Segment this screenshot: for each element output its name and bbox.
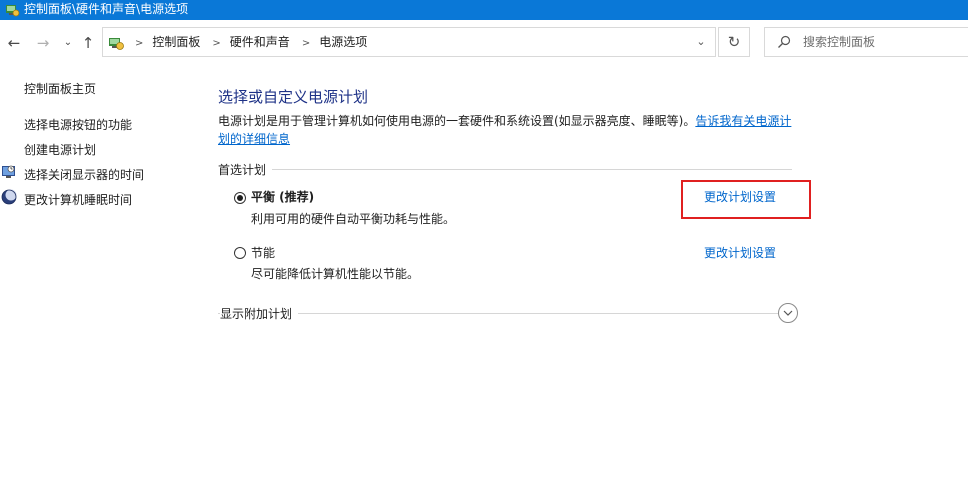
breadcrumb-item[interactable]: 电源选项 <box>319 35 367 49</box>
monitor-icon <box>2 165 15 178</box>
title-bar: 控制面板\硬件和声音\电源选项 <box>0 0 968 20</box>
expand-additional-plans-button[interactable] <box>778 303 798 323</box>
highlight-box <box>681 180 811 219</box>
search-icon <box>778 35 791 48</box>
sidebar-link-sleep-time[interactable]: 更改计算机睡眠时间 <box>24 191 132 208</box>
plan-description-power-saver: 尽可能降低计算机性能以节能。 <box>251 267 420 281</box>
divider <box>218 169 792 170</box>
chevron-down-icon[interactable]: ⌄ <box>59 34 77 52</box>
plan-description-balanced: 利用可用的硬件自动平衡功耗与性能。 <box>251 212 456 226</box>
arrow-left-icon[interactable]: ← <box>5 34 23 52</box>
page-description: 电源计划是用于管理计算机如何使用电源的一套硬件和系统设置(如显示器亮度、睡眠等)… <box>218 114 792 146</box>
breadcrumb-item[interactable]: 硬件和声音 <box>230 35 290 49</box>
sidebar-home-link[interactable]: 控制面板主页 <box>24 80 96 97</box>
arrow-right-icon[interactable]: → <box>34 34 52 52</box>
window-title: 控制面板\硬件和声音\电源选项 <box>24 2 189 16</box>
sidebar-link-create-plan[interactable]: 创建电源计划 <box>24 141 96 158</box>
plan-radio-balanced[interactable] <box>234 192 246 204</box>
breadcrumb-item[interactable]: 控制面板 <box>152 35 200 49</box>
control-panel-icon <box>6 5 20 17</box>
refresh-icon[interactable]: ↻ <box>718 27 750 57</box>
moon-icon <box>1 189 17 205</box>
change-plan-settings-link-power-saver[interactable]: 更改计划设置 <box>704 244 776 261</box>
control-panel-icon <box>109 38 124 50</box>
chevron-right-icon: > <box>135 38 144 49</box>
navigation-bar: ← → ⌄ ↑ > 控制面板 > 硬件和声音 > 电源选项 ⌄ ↻ <box>0 20 968 66</box>
plan-name-balanced[interactable]: 平衡 (推荐) <box>251 188 314 205</box>
sidebar-link-power-button[interactable]: 选择电源按钮的功能 <box>24 116 132 133</box>
plan-radio-power-saver[interactable] <box>234 247 246 259</box>
chevron-right-icon[interactable]: > <box>302 38 310 49</box>
search-box[interactable] <box>764 27 968 57</box>
chevron-down-icon <box>783 310 793 316</box>
divider <box>218 313 778 314</box>
search-input[interactable] <box>803 31 963 53</box>
arrow-up-icon[interactable]: ↑ <box>79 34 97 52</box>
chevron-right-icon[interactable]: > <box>212 38 220 49</box>
address-dropdown-icon[interactable]: ⌄ <box>694 35 708 49</box>
sidebar-link-display-off[interactable]: 选择关闭显示器的时间 <box>24 166 144 183</box>
plan-name-power-saver[interactable]: 节能 <box>251 244 275 261</box>
preferred-plans-label: 首选计划 <box>218 161 273 178</box>
show-additional-plans-label[interactable]: 显示附加计划 <box>220 305 299 322</box>
address-bar[interactable]: > 控制面板 > 硬件和声音 > 电源选项 <box>102 27 716 57</box>
page-title: 选择或自定义电源计划 <box>218 88 369 106</box>
breadcrumb: > 控制面板 > 硬件和声音 > 电源选项 <box>129 28 367 56</box>
